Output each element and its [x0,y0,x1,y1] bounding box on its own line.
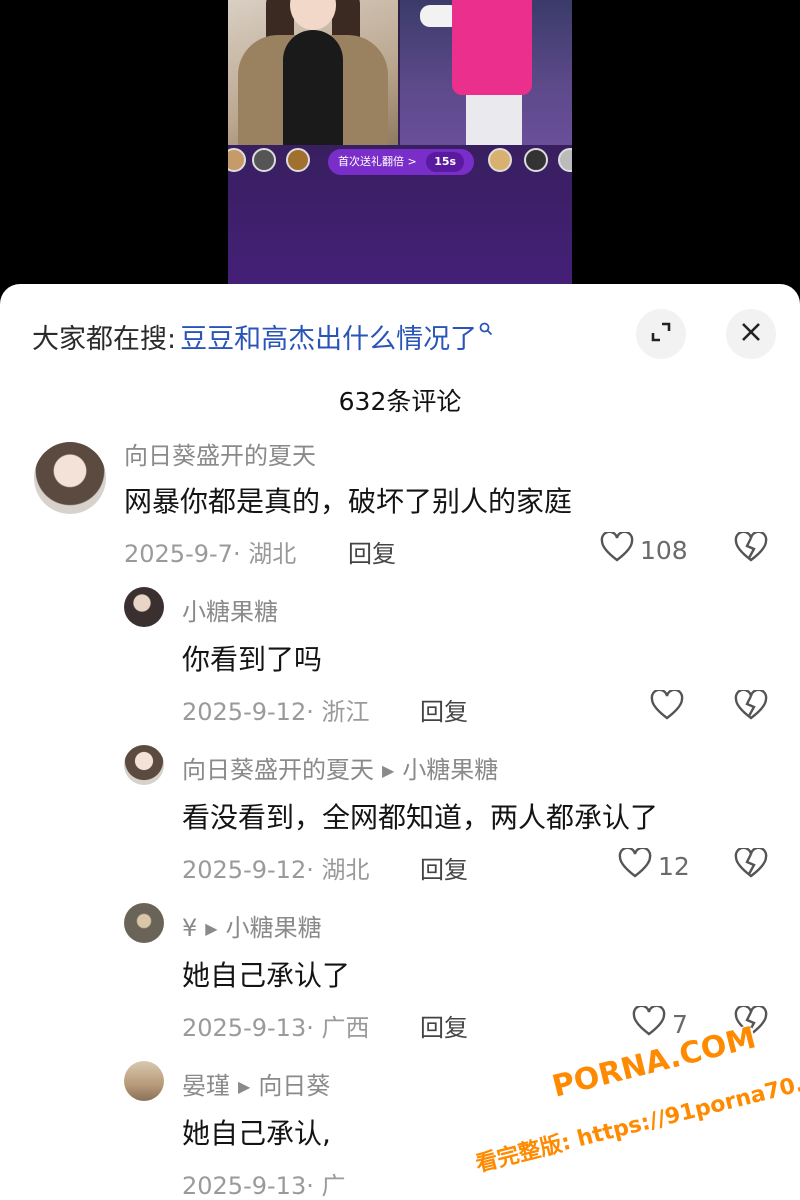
reply-arrow-icon: ▶ [205,919,218,938]
expand-button[interactable] [636,309,686,359]
trending-search-row[interactable]: 大家都在搜: 豆豆和高杰出什么情况了 [32,314,493,358]
comment-username[interactable]: 向日葵盛开的夏天 ▶ 小糖果糖 [182,750,498,785]
like-button[interactable]: 12 [618,846,690,884]
expand-icon [649,320,673,348]
gift-promo-pill[interactable]: 首次送礼翻倍 > 15s [328,149,475,175]
avatar[interactable] [124,903,164,943]
comment-username[interactable]: 向日葵盛开的夏天 [124,436,316,471]
comment-username[interactable]: 晏瑾 ▶ 向日葵 [182,1066,330,1101]
viewer-avatar[interactable] [558,148,572,172]
broken-heart-icon [734,1004,768,1040]
comment-meta: 2025-9-12· 浙江 [182,698,370,726]
streamer-right-video [400,0,572,145]
reply-button[interactable]: 回复 [420,850,468,885]
heart-icon [618,846,652,884]
viewer-avatars-row: 首次送礼翻倍 > 15s [228,146,572,176]
search-icon [479,320,493,341]
like-count: 7 [672,1009,688,1039]
comment-text: 她自己承认了 [182,959,351,992]
avatar[interactable] [124,1061,164,1101]
reply-button[interactable]: 回复 [420,1008,468,1043]
reply-comment-item: 小糖果糖 你看到了吗 2025-9-12· 浙江 回复 [0,584,800,744]
heart-icon [650,688,684,726]
comment-item: 向日葵盛开的夏天 网暴你都是真的，破坏了别人的家庭 2025-9-7· 湖北 回… [0,434,800,584]
viewer-avatar[interactable] [228,148,246,172]
like-button[interactable]: 7 [632,1004,688,1042]
comment-meta: 2025-9-13· 广 [182,1172,346,1200]
broken-heart-icon [734,530,768,566]
reply-button[interactable]: 回复 [348,534,396,569]
broken-heart-icon [734,688,768,724]
like-button[interactable] [650,688,690,726]
reply-arrow-icon: ▶ [238,1077,251,1096]
comment-meta: 2025-9-13· 广西 [182,1014,370,1042]
viewer-avatar[interactable] [524,148,548,172]
comment-text: 看没看到，全网都知道，两人都承认了 [182,801,659,834]
like-count: 108 [640,535,688,565]
trending-search-query[interactable]: 豆豆和高杰出什么情况了 [180,317,477,356]
avatar[interactable] [124,745,164,785]
like-button[interactable]: 108 [600,530,688,568]
viewer-avatar[interactable] [252,148,276,172]
heart-icon [632,1004,666,1042]
comment-sheet: 大家都在搜: 豆豆和高杰出什么情况了 632条评论 向日葵盛开的夏天 网暴你都是… [0,284,800,1200]
reply-comment-item: 晏瑾 ▶ 向日葵 她自己承认, 2025-9-13· 广 [0,1060,800,1200]
trending-search-label: 大家都在搜: [32,323,177,355]
live-stream-frame[interactable]: 首次送礼翻倍 > 15s [228,0,572,300]
comment-text: 她自己承认, [182,1117,331,1150]
viewer-avatar[interactable] [488,148,512,172]
dislike-button[interactable] [734,846,768,882]
dislike-button[interactable] [734,530,768,566]
gift-promo-label: 首次送礼翻倍 > [338,155,417,168]
comment-meta: 2025-9-7· 湖北 [124,540,297,568]
reply-comment-item: 向日葵盛开的夏天 ▶ 小糖果糖 看没看到，全网都知道，两人都承认了 2025-9-1… [0,744,800,904]
comment-text: 网暴你都是真的，破坏了别人的家庭 [124,485,573,518]
like-count: 12 [658,851,690,881]
comment-username[interactable]: ¥ ▶ 小糖果糖 [182,908,322,943]
comment-count: 632条评论 [338,387,462,416]
streamer-left-video [228,0,398,145]
avatar[interactable] [34,442,106,514]
close-button[interactable] [726,309,776,359]
dislike-button[interactable] [734,1004,768,1040]
comment-text: 你看到了吗 [182,643,323,676]
avatar[interactable] [124,587,164,627]
live-video-area[interactable]: 首次送礼翻倍 > 15s [0,0,800,300]
gift-timer: 15s [426,152,465,172]
close-icon [740,321,762,347]
comment-meta: 2025-9-12· 湖北 [182,856,370,884]
dislike-button[interactable] [734,688,768,724]
reply-button[interactable]: 回复 [420,692,468,727]
reply-arrow-icon: ▶ [382,761,395,780]
heart-icon [600,530,634,568]
reply-comment-item: ¥ ▶ 小糖果糖 她自己承认了 2025-9-13· 广西 回复 7 [0,902,800,1062]
broken-heart-icon [734,846,768,882]
comment-username[interactable]: 小糖果糖 [182,592,278,627]
viewer-avatar[interactable] [286,148,310,172]
